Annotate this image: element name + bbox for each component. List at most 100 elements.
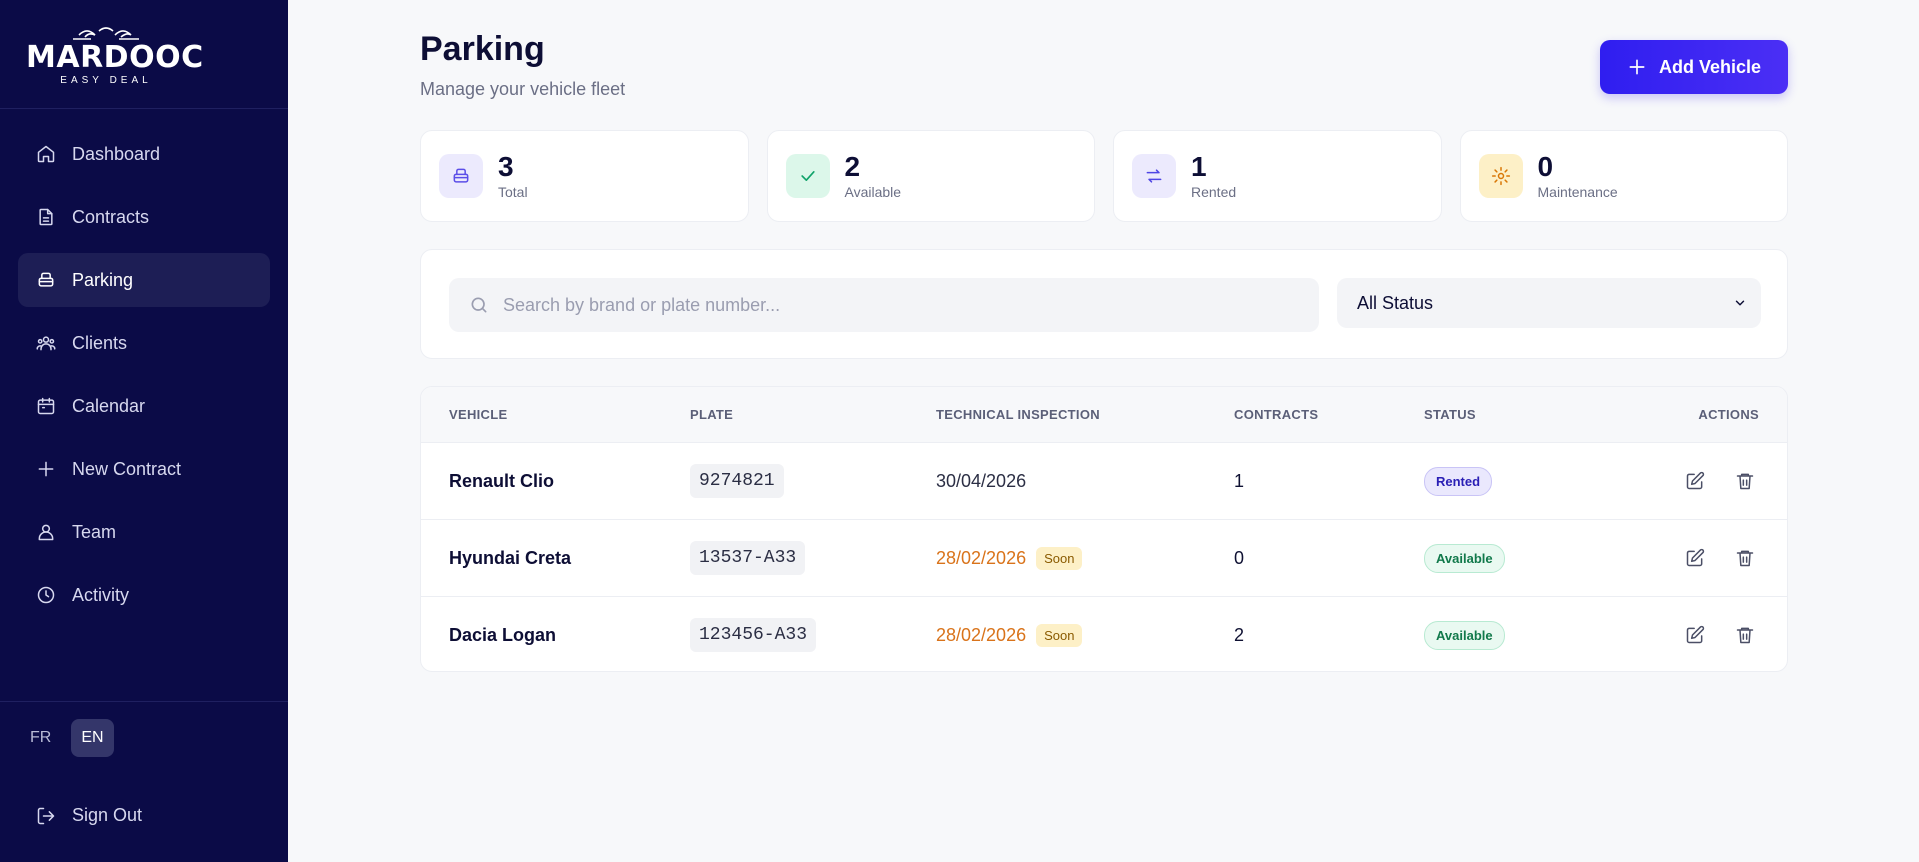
calendar-icon: [37, 397, 55, 415]
sidebar-item-contracts[interactable]: Contracts: [18, 190, 270, 244]
sidebar-item-label: Activity: [72, 584, 130, 605]
trash-icon: [1736, 627, 1754, 644]
stat-card-maintenance: 0 Maintenance: [1459, 130, 1788, 222]
sign-out-icon: [37, 807, 55, 824]
stat-label: Rented: [1191, 184, 1237, 200]
column-header-contracts[interactable]: CONTRACTS: [1234, 407, 1424, 422]
language-switcher: FR EN: [20, 719, 114, 757]
delete-button[interactable]: [1731, 467, 1759, 495]
check-icon: [785, 154, 830, 198]
stat-card-rented: 1 Rented: [1113, 130, 1442, 222]
inspection-date: 28/02/2026: [936, 624, 1027, 645]
plate-number: 13537-A33: [690, 541, 806, 575]
document-icon: [39, 208, 53, 226]
stat-label: Available: [844, 184, 902, 200]
language-en-button[interactable]: EN: [71, 719, 114, 757]
plus-icon: [1629, 59, 1645, 75]
status-badge: Available: [1424, 620, 1505, 650]
vehicle-name: Hyundai Creta: [449, 547, 572, 568]
plus-icon: [38, 461, 54, 477]
stat-label: Total: [498, 184, 528, 200]
car-icon: [439, 154, 483, 198]
sidebar-item-label: Team: [72, 521, 117, 542]
soon-badge: Soon: [1036, 546, 1083, 570]
sidebar-item-new-contract[interactable]: New Contract: [18, 442, 270, 496]
status-badge: Available: [1424, 543, 1505, 573]
table-row[interactable]: Renault Clio 9274821 30/04/2026 1 Rented: [421, 442, 1787, 519]
column-header-inspection[interactable]: TECHNICAL INSPECTION: [936, 407, 1234, 422]
sidebar-item-label: Contracts: [72, 206, 150, 227]
stat-value: 2: [844, 151, 861, 182]
search-input[interactable]: [503, 294, 1303, 316]
stat-label: Maintenance: [1537, 184, 1618, 200]
add-vehicle-label: Add Vehicle: [1658, 56, 1762, 77]
contracts-count: 0: [1234, 547, 1245, 568]
inspection-date: 30/04/2026: [936, 470, 1027, 491]
brand-name: MARDOOC: [26, 39, 204, 75]
table-header: VEHICLE PLATE TECHNICAL INSPECTION CONTR…: [421, 387, 1787, 442]
vehicle-name: Dacia Logan: [449, 624, 557, 645]
sidebar: MARDOOC EASY DEAL Dashboard Contracts Pa…: [0, 0, 288, 862]
sidebar-item-label: Parking: [72, 269, 134, 290]
search-icon: [471, 297, 487, 313]
car-icon: [38, 272, 54, 287]
page-subtitle: Manage your vehicle fleet: [420, 79, 626, 99]
status-filter-select[interactable]: All Status: [1337, 278, 1761, 328]
sidebar-item-label: Dashboard: [72, 143, 161, 164]
sidebar-item-parking[interactable]: Parking: [18, 253, 270, 307]
plate-number: 123456-A33: [690, 618, 817, 652]
column-header-vehicle[interactable]: VEHICLE: [421, 407, 690, 422]
sidebar-item-clients[interactable]: Clients: [18, 316, 270, 370]
vehicles-table: VEHICLE PLATE TECHNICAL INSPECTION CONTR…: [420, 386, 1788, 672]
sidebar-item-label: Clients: [72, 332, 128, 353]
edit-icon: [1686, 548, 1705, 567]
sidebar-item-label: Calendar: [72, 395, 146, 416]
sidebar-nav: Dashboard Contracts Parking Clients Cale…: [0, 127, 288, 622]
edit-button[interactable]: [1681, 621, 1709, 649]
edit-icon: [1686, 471, 1705, 490]
contracts-count: 2: [1234, 624, 1245, 645]
edit-button[interactable]: [1681, 544, 1709, 572]
delete-button[interactable]: [1731, 544, 1759, 572]
stat-value: 0: [1537, 151, 1554, 182]
gear-icon: [1478, 154, 1523, 198]
column-header-plate[interactable]: PLATE: [690, 407, 936, 422]
contracts-count: 1: [1234, 470, 1245, 491]
sidebar-item-team[interactable]: Team: [18, 505, 270, 559]
sign-out-label: Sign Out: [72, 805, 143, 825]
home-icon: [37, 145, 55, 163]
stat-card-total: 3 Total: [420, 130, 749, 222]
sidebar-item-label: New Contract: [72, 458, 182, 479]
column-header-status[interactable]: STATUS: [1424, 407, 1604, 422]
table-row[interactable]: Hyundai Creta 13537-A33 28/02/2026 Soon …: [421, 519, 1787, 596]
status-badge: Rented: [1424, 466, 1493, 496]
trash-icon: [1736, 473, 1754, 490]
table-row[interactable]: Dacia Logan 123456-A33 28/02/2026 Soon 2…: [421, 596, 1787, 671]
sidebar-item-dashboard[interactable]: Dashboard: [18, 127, 270, 181]
brand-logo[interactable]: MARDOOC EASY DEAL: [0, 0, 288, 109]
stats-row: 3 Total 2 Available 1 Rented 0 Maintenan…: [420, 130, 1788, 222]
sidebar-divider: [0, 701, 288, 702]
team-icon: [38, 524, 54, 541]
edit-button[interactable]: [1681, 467, 1709, 495]
users-icon: [36, 336, 56, 351]
status-filter-value: All Status: [1357, 292, 1434, 313]
inspection-date: 28/02/2026: [936, 547, 1027, 568]
add-vehicle-button[interactable]: Add Vehicle: [1600, 40, 1788, 94]
sign-out-button[interactable]: Sign Out: [36, 805, 142, 826]
chevron-down-icon: [1735, 300, 1745, 306]
stat-value: 3: [498, 151, 514, 182]
stat-card-available: 2 Available: [766, 130, 1095, 222]
plate-number: 9274821: [690, 464, 784, 498]
stat-value: 1: [1191, 151, 1207, 182]
soon-badge: Soon: [1036, 623, 1083, 647]
sidebar-item-activity[interactable]: Activity: [18, 568, 270, 622]
vehicle-name: Renault Clio: [449, 470, 555, 491]
search-box[interactable]: [449, 278, 1319, 332]
clock-icon: [37, 586, 55, 604]
sidebar-item-calendar[interactable]: Calendar: [18, 379, 270, 433]
filters-panel: All Status: [420, 249, 1788, 359]
delete-button[interactable]: [1731, 621, 1759, 649]
language-fr-button[interactable]: FR: [20, 719, 61, 757]
page-title: Parking: [420, 30, 545, 68]
